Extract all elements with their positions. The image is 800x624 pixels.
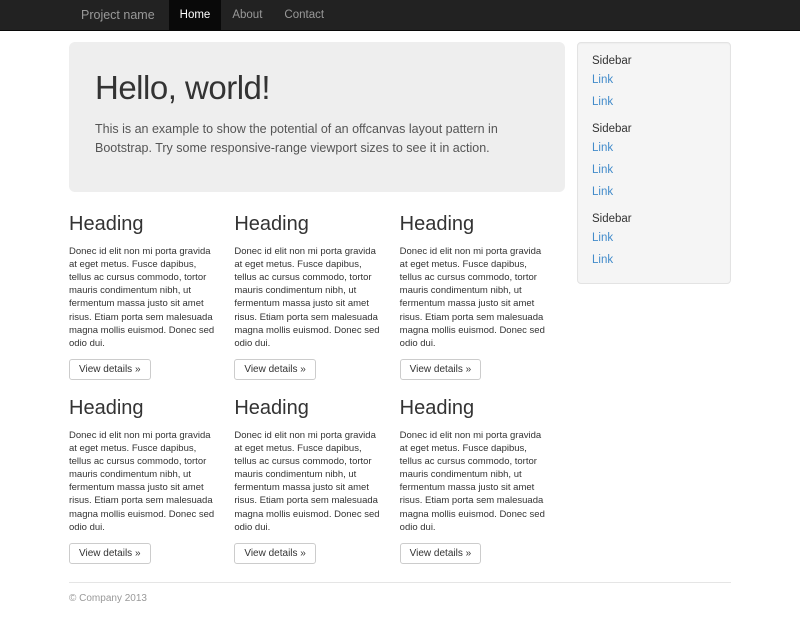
card-body: Donec id elit non mi porta gravida at eg…: [234, 245, 385, 350]
nav-item-about[interactable]: About: [221, 0, 273, 31]
view-details-button[interactable]: View details »: [69, 359, 151, 380]
card-body: Donec id elit non mi porta gravida at eg…: [69, 429, 220, 534]
card: Heading Donec id elit non mi porta gravid…: [400, 390, 565, 564]
sidebar-link[interactable]: Link: [592, 249, 716, 271]
sidebar: SidebarLinkLinkSidebarLinkLinkLinkSideba…: [577, 42, 731, 284]
view-details-button[interactable]: View details »: [69, 543, 151, 564]
sidebar-group-title: Sidebar: [592, 213, 716, 225]
navbar-menu: HomeAboutContact: [169, 0, 335, 31]
sidebar-group-title: Sidebar: [592, 123, 716, 135]
sidebar-link[interactable]: Link: [592, 227, 716, 249]
view-details-button[interactable]: View details »: [234, 543, 316, 564]
nav-item-home[interactable]: Home: [169, 0, 222, 31]
navbar: Project name HomeAboutContact: [0, 0, 800, 31]
card-body: Donec id elit non mi porta gravida at eg…: [400, 245, 551, 350]
sidebar-link[interactable]: Link: [592, 91, 716, 113]
view-details-button[interactable]: View details »: [234, 359, 316, 380]
card: Heading Donec id elit non mi porta gravid…: [400, 206, 565, 380]
hero-title: Hello, world!: [95, 69, 539, 107]
card-title: Heading: [400, 213, 551, 236]
card: Heading Donec id elit non mi porta gravid…: [69, 390, 234, 564]
card-body: Donec id elit non mi porta gravida at eg…: [234, 429, 385, 534]
sidebar-column: SidebarLinkLinkSidebarLinkLinkLinkSideba…: [565, 42, 731, 284]
card-body: Donec id elit non mi porta gravida at eg…: [400, 429, 551, 534]
hero-text: This is an example to show the potential…: [95, 120, 515, 159]
sidebar-group-title: Sidebar: [592, 55, 716, 67]
card-title: Heading: [234, 213, 385, 236]
card-title: Heading: [69, 397, 220, 420]
card: Heading Donec id elit non mi porta gravid…: [234, 206, 399, 380]
sidebar-link[interactable]: Link: [592, 137, 716, 159]
view-details-button[interactable]: View details »: [400, 543, 482, 564]
sidebar-link[interactable]: Link: [592, 69, 716, 91]
card: Heading Donec id elit non mi porta gravid…: [234, 390, 399, 564]
card-title: Heading: [234, 397, 385, 420]
card-title: Heading: [400, 397, 551, 420]
view-details-button[interactable]: View details »: [400, 359, 482, 380]
copyright-text: © Company 2013: [69, 593, 731, 604]
footer: © Company 2013: [69, 582, 731, 624]
card-body: Donec id elit non mi porta gravida at eg…: [69, 245, 220, 350]
card: Heading Donec id elit non mi porta gravid…: [69, 206, 234, 380]
nav-item-contact[interactable]: Contact: [273, 0, 335, 31]
main-content: Hello, world! This is an example to show…: [69, 31, 565, 574]
sidebar-link[interactable]: Link: [592, 181, 716, 203]
card-title: Heading: [69, 213, 220, 236]
jumbotron: Hello, world! This is an example to show…: [69, 42, 565, 192]
sidebar-link[interactable]: Link: [592, 159, 716, 181]
brand-link[interactable]: Project name: [69, 0, 169, 31]
cards-grid: Heading Donec id elit non mi porta gravid…: [69, 206, 565, 574]
